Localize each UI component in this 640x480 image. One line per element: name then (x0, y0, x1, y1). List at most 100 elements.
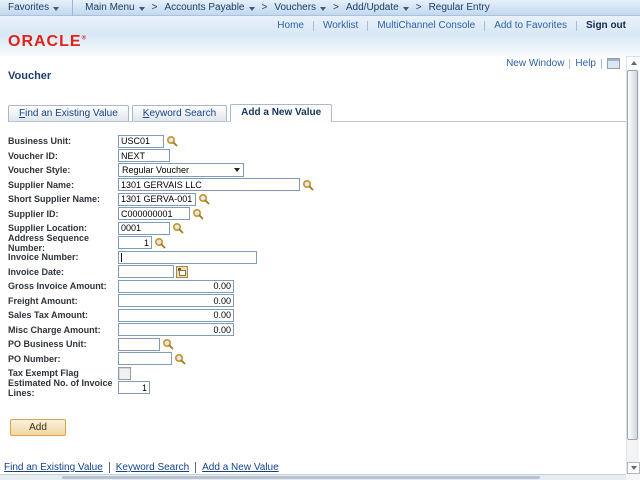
misc-charge-amount-input[interactable] (118, 323, 234, 337)
vertical-scrollbar[interactable] (626, 57, 640, 474)
regular-entry-label: Regular Entry (428, 2, 490, 13)
field-row: Short Supplier Name: (8, 192, 626, 207)
vertical-scrollbar-thumb[interactable] (627, 70, 638, 440)
main-menu-label: Main Menu (85, 2, 135, 13)
address-sequence-number-input[interactable] (118, 236, 152, 250)
short-supplier-name-input[interactable] (118, 192, 196, 206)
voucher-id-input[interactable] (118, 149, 170, 163)
bottom-link-find-existing-value[interactable]: Find an Existing Value (4, 462, 103, 473)
utility-links: New Window Help (506, 58, 620, 69)
link-divider (601, 58, 602, 69)
multichannel-console-link[interactable]: MultiChannel Console (377, 20, 475, 31)
oracle-logo: ORACLE® (8, 33, 86, 50)
tab-keyword-search[interactable]: Keyword Search (131, 105, 228, 121)
field-row: Sales Tax Amount: (8, 308, 626, 323)
voucher-id-label: Voucher ID: (8, 150, 58, 161)
field-row: PO Number: (8, 352, 626, 367)
select-arrow-icon (234, 168, 240, 173)
scroll-up-button[interactable] (627, 57, 640, 69)
help-link[interactable]: Help (575, 58, 596, 69)
vouchers-label: Vouchers (274, 2, 317, 13)
field-row: Invoice Number: (8, 250, 626, 265)
business-unit-lookup-icon[interactable] (166, 135, 178, 147)
supplier-id-input[interactable] (118, 207, 190, 221)
sales-tax-amount-label: Sales Tax Amount: (8, 310, 89, 321)
po-business-unit-lookup-icon[interactable] (162, 338, 174, 350)
main-content: New Window Help Voucher Find an Existing… (0, 56, 626, 474)
calendar-icon[interactable] (176, 265, 188, 278)
new-window-link[interactable]: New Window (506, 58, 564, 69)
horizontal-scrollbar[interactable] (0, 474, 626, 480)
breadcrumb-separator: > (261, 2, 268, 13)
voucher-style-value: Regular Voucher (122, 165, 190, 176)
arrow-down-icon (630, 466, 637, 470)
breadcrumb-separator: > (415, 2, 422, 13)
freight-amount-label: Freight Amount: (8, 295, 78, 306)
home-link[interactable]: Home (277, 20, 304, 31)
supplier-id-label: Supplier ID: (8, 208, 59, 219)
sales-tax-amount-input[interactable] (118, 308, 234, 322)
field-row: PO Business Unit: (8, 337, 626, 352)
link-divider (312, 20, 314, 31)
dropdown-arrow-icon (138, 6, 145, 11)
add-to-favorites-link[interactable]: Add to Favorites (494, 20, 567, 31)
field-row: Invoice Date: (8, 265, 626, 280)
supplier-id-lookup-icon[interactable] (192, 208, 204, 220)
business-unit-input[interactable] (118, 134, 164, 148)
breadcrumb-vouchers[interactable]: Vouchers (274, 2, 327, 13)
po-business-unit-input[interactable] (118, 337, 160, 351)
window-icon[interactable] (607, 58, 620, 69)
supplier-location-input[interactable] (118, 221, 170, 235)
gross-invoice-amount-input[interactable] (118, 279, 234, 293)
dropdown-arrow-icon (53, 6, 60, 11)
estimated-invoice-lines-input[interactable] (118, 381, 150, 395)
field-row: Supplier ID: (8, 207, 626, 222)
field-row: Business Unit: (8, 134, 626, 149)
main-menu[interactable]: Main Menu (85, 2, 145, 13)
field-row: Address Sequence Number: (8, 233, 626, 253)
invoice-date-input[interactable] (118, 265, 174, 279)
invoice-date-label: Invoice Date: (8, 266, 65, 277)
invoice-number-input[interactable] (118, 250, 257, 264)
breadcrumb-separator: > (151, 2, 158, 13)
field-row: Voucher Style: Regular Voucher (8, 163, 626, 178)
scroll-down-button[interactable] (627, 462, 640, 474)
link-divider (484, 20, 486, 31)
po-number-lookup-icon[interactable] (174, 353, 186, 365)
voucher-style-label: Voucher Style: (8, 165, 71, 176)
supplier-location-lookup-icon[interactable] (172, 222, 184, 234)
tab-find-existing-value[interactable]: Find an Existing Value (8, 105, 129, 121)
registered-mark: ® (81, 35, 86, 42)
address-sequence-number-lookup-icon[interactable] (154, 237, 166, 249)
header-links: Home Worklist MultiChannel Console Add t… (277, 20, 626, 31)
field-row: Voucher ID: (8, 149, 626, 164)
breadcrumb-add-update[interactable]: Add/Update (346, 2, 409, 13)
tab-bar: Find an Existing Value Keyword Search Ad… (8, 103, 626, 122)
favorites-menu[interactable]: Favorites (8, 2, 60, 13)
invoice-number-label: Invoice Number: (8, 252, 79, 263)
sign-out-link[interactable]: Sign out (586, 20, 626, 31)
bottom-link-keyword-search[interactable]: Keyword Search (116, 462, 189, 473)
tax-exempt-flag-checkbox[interactable] (118, 366, 131, 380)
arrow-up-icon (630, 61, 637, 65)
voucher-style-select[interactable]: Regular Voucher (118, 163, 244, 178)
supplier-name-input[interactable] (118, 178, 300, 192)
link-divider (569, 58, 571, 69)
application-window: Favorites Main Menu > Accounts Payable >… (0, 0, 640, 480)
po-number-input[interactable] (118, 352, 172, 366)
bottom-link-add-new-value[interactable]: Add a New Value (202, 462, 279, 473)
freight-amount-input[interactable] (118, 294, 234, 308)
tab-label: ind an Existing Value (25, 108, 118, 119)
horizontal-scrollbar-thumb[interactable] (62, 476, 540, 479)
supplier-name-lookup-icon[interactable] (302, 179, 314, 191)
breadcrumb-accounts-payable[interactable]: Accounts Payable (164, 2, 255, 13)
tab-add-new-value[interactable]: Add a New Value (230, 104, 333, 122)
business-unit-label: Business Unit: (8, 136, 72, 147)
short-supplier-name-lookup-icon[interactable] (198, 193, 210, 205)
add-button[interactable]: Add (10, 419, 66, 436)
misc-charge-amount-label: Misc Charge Amount: (8, 324, 101, 335)
estimated-invoice-lines-label: Estimated No. of Invoice Lines: (8, 377, 113, 398)
worklist-link[interactable]: Worklist (323, 20, 358, 31)
link-divider (108, 462, 110, 473)
supplier-name-label: Supplier Name: (8, 179, 75, 190)
